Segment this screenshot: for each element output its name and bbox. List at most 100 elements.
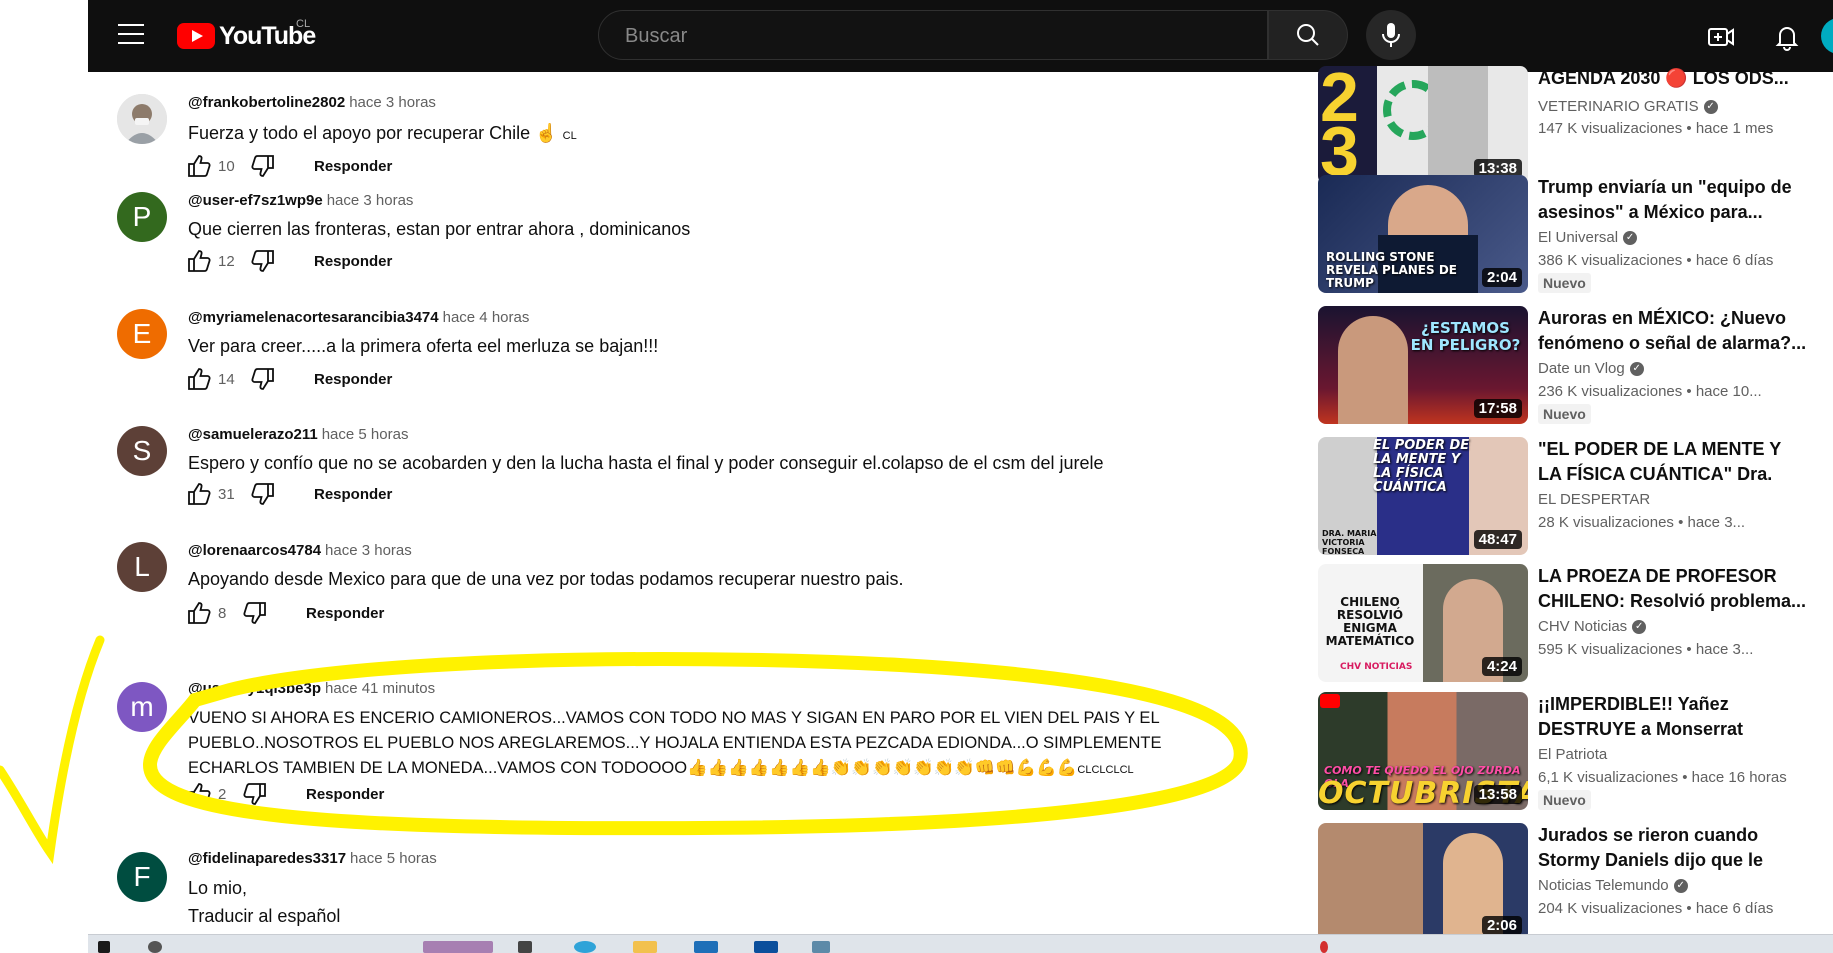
thumbs-down-icon[interactable] — [250, 153, 276, 179]
video-duration: 48:47 — [1473, 530, 1522, 549]
video-title[interactable]: Jurados se rieron cuando Stormy Daniels … — [1538, 823, 1808, 873]
comment-author[interactable]: @myriamelenacortesarancibia3474 — [188, 309, 439, 326]
new-badge: Nuevo — [1538, 273, 1591, 293]
comment-time[interactable]: hace 41 minutos — [325, 680, 435, 697]
account-avatar[interactable] — [1821, 18, 1833, 54]
video-title[interactable]: AGENDA 2030 🔴 LOS ODS... — [1538, 66, 1808, 91]
related-video-item[interactable]: CHILENO RESOLVIÓ ENIGMA MATEMÁTICO CHV N… — [1318, 564, 1833, 684]
taskbar-app-icon[interactable] — [423, 941, 493, 953]
reply-button[interactable]: Responder — [314, 158, 392, 175]
video-title[interactable]: Trump enviaría un "equipo de asesinos" a… — [1538, 175, 1808, 225]
translate-link[interactable]: Traducir al español — [188, 906, 340, 927]
thumbs-down-icon[interactable] — [250, 481, 276, 507]
edge-icon[interactable] — [574, 941, 596, 953]
video-thumbnail[interactable]: CHILENO RESOLVIÓ ENIGMA MATEMÁTICO CHV N… — [1318, 564, 1528, 682]
search-icon[interactable] — [148, 941, 162, 953]
thumbnail-art: 23 — [1320, 66, 1359, 184]
channel-name[interactable]: EL DESPERTAR — [1538, 491, 1650, 508]
comment-author[interactable]: @user-vy1qi3be3p — [188, 680, 321, 697]
voice-search-button[interactable] — [1366, 10, 1416, 60]
search-input[interactable] — [623, 11, 1227, 61]
video-thumbnail[interactable]: EL PODER DE LA MENTE Y LA FÍSICA CUÁNTIC… — [1318, 437, 1528, 555]
thumbs-up-icon[interactable] — [186, 248, 212, 274]
avatar[interactable]: m — [117, 682, 167, 732]
channel-name[interactable]: El Patriota — [1538, 746, 1607, 763]
video-title[interactable]: Auroras en MÉXICO: ¿Nuevo fenómeno o señ… — [1538, 306, 1808, 356]
mail-icon[interactable] — [754, 941, 778, 953]
video-title[interactable]: ¡¡IMPERDIBLE!! Yañez DESTRUYE a Monserra… — [1538, 692, 1808, 742]
video-thumbnail[interactable]: COMO TE QUEDO EL OJO ZURDA OLA OCTUBRIST… — [1318, 692, 1528, 810]
person-photo-icon — [117, 94, 167, 144]
calculator-icon[interactable] — [812, 941, 830, 953]
reply-button[interactable]: Responder — [306, 786, 384, 803]
video-title[interactable]: LA PROEZA DE PROFESOR CHILENO: Resolvió … — [1538, 564, 1808, 614]
video-thumbnail[interactable]: 2:06 — [1318, 823, 1528, 941]
thumbs-down-icon[interactable] — [250, 366, 276, 392]
comment-time[interactable]: hace 3 horas — [349, 94, 436, 111]
thumbnail-art — [1320, 694, 1340, 708]
comment-author[interactable]: @lorenaarcos4784 — [188, 542, 321, 559]
notifications-button[interactable] — [1772, 22, 1802, 52]
create-video-icon — [1708, 28, 1734, 46]
thumbs-up-icon[interactable] — [186, 600, 212, 626]
comment-time[interactable]: hace 5 horas — [322, 426, 409, 443]
video-thumbnail[interactable]: ROLLING STONE REVELA PLANES DE TRUMP 2:0… — [1318, 175, 1528, 293]
like-count: 8 — [218, 604, 227, 622]
related-video-item[interactable]: 23 13:38 AGENDA 2030 🔴 LOS ODS... VETERI… — [1318, 66, 1833, 186]
windows-start-icon[interactable] — [98, 941, 110, 953]
store-icon[interactable] — [694, 941, 718, 953]
reply-button[interactable]: Responder — [314, 253, 392, 270]
thumbs-up-icon[interactable] — [186, 481, 212, 507]
related-video-item[interactable]: COMO TE QUEDO EL OJO ZURDA OLA OCTUBRIST… — [1318, 692, 1833, 812]
video-meta: 28 K visualizaciones • hace 3... — [1538, 514, 1746, 531]
reply-button[interactable]: Responder — [314, 371, 392, 388]
avatar-letter: L — [134, 551, 150, 582]
thumbs-down-icon[interactable] — [242, 600, 268, 626]
avatar[interactable]: L — [117, 542, 167, 592]
avatar[interactable] — [117, 94, 167, 144]
avatar[interactable]: F — [117, 852, 167, 902]
channel-name[interactable]: Noticias Telemundo — [1538, 877, 1669, 894]
avatar[interactable]: S — [117, 426, 167, 476]
video-title[interactable]: "EL PODER DE LA MENTE Y LA FÍSICA CUÁNTI… — [1538, 437, 1808, 487]
channel-name[interactable]: Date un Vlog — [1538, 360, 1625, 377]
file-explorer-icon[interactable] — [633, 941, 657, 953]
comment-time[interactable]: hace 4 horas — [443, 309, 530, 326]
video-duration: 2:04 — [1481, 268, 1522, 287]
reply-button[interactable]: Responder — [306, 605, 384, 622]
comment-time[interactable]: hace 5 horas — [350, 850, 437, 867]
reply-button[interactable]: Responder — [314, 486, 392, 503]
related-video-item[interactable]: ¿ESTAMOS EN PELIGRO? 17:58 Auroras en MÉ… — [1318, 306, 1833, 426]
comment-author[interactable]: @frankobertoline2802 — [188, 94, 345, 111]
video-meta: 6,1 K visualizaciones • hace 16 horas — [1538, 769, 1787, 786]
related-video-item[interactable]: ROLLING STONE REVELA PLANES DE TRUMP 2:0… — [1318, 175, 1833, 295]
task-view-icon[interactable] — [518, 941, 532, 953]
menu-icon[interactable] — [118, 24, 144, 46]
channel-name[interactable]: CHV Noticias — [1538, 618, 1627, 635]
comment-author[interactable]: @user-ef7sz1wp9e — [188, 192, 323, 209]
thumbs-down-icon[interactable] — [242, 781, 268, 807]
related-video-item[interactable]: 2:06 Jurados se rieron cuando Stormy Dan… — [1318, 823, 1833, 943]
channel-name[interactable]: El Universal — [1538, 229, 1618, 246]
comment-text-suffix: CLCLCLCL — [1077, 764, 1134, 776]
youtube-logo[interactable]: YouTube — [177, 22, 316, 50]
video-thumbnail[interactable]: ¿ESTAMOS EN PELIGRO? 17:58 — [1318, 306, 1528, 424]
channel-name[interactable]: VETERINARIO GRATIS — [1538, 98, 1699, 115]
video-thumbnail[interactable]: 23 13:38 — [1318, 66, 1528, 184]
comment-time[interactable]: hace 3 horas — [325, 542, 412, 559]
thumbs-down-icon[interactable] — [250, 248, 276, 274]
search-button[interactable] — [1268, 10, 1348, 60]
comment-time[interactable]: hace 3 horas — [327, 192, 414, 209]
avatar[interactable]: E — [117, 309, 167, 359]
like-count: 2 — [218, 785, 227, 803]
related-video-item[interactable]: EL PODER DE LA MENTE Y LA FÍSICA CUÁNTIC… — [1318, 437, 1833, 557]
comment-author[interactable]: @fidelinaparedes3317 — [188, 850, 346, 867]
thumbs-up-icon[interactable] — [186, 153, 212, 179]
thumbs-up-icon[interactable] — [186, 366, 212, 392]
create-video-button[interactable] — [1706, 22, 1736, 52]
comment-author[interactable]: @samuelerazo211 — [188, 426, 318, 443]
thumbs-up-icon[interactable] — [186, 781, 212, 807]
video-channel: El Universal ✓ — [1538, 229, 1638, 246]
avatar[interactable]: P — [117, 192, 167, 242]
thumbnail-caption: EL PODER DE LA MENTE Y LA FÍSICA CUÁNTIC… — [1373, 438, 1470, 495]
